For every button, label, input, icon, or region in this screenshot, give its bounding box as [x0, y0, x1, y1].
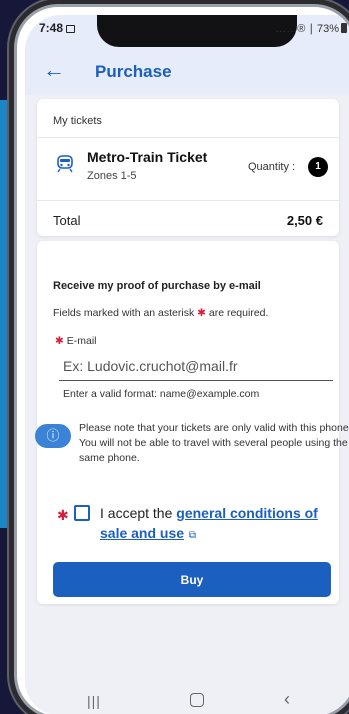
- tickets-card: My tickets Metro-Train Ticket Zones 1-5 …: [37, 99, 339, 236]
- info-message: Please note that your tickets are only v…: [79, 422, 349, 464]
- my-tickets-heading: My tickets: [53, 115, 102, 127]
- total-value: 2,50 €: [286, 213, 323, 228]
- quantity-label: Quantity :: [248, 161, 296, 173]
- asterisk-icon: ✱: [197, 307, 206, 319]
- accept-terms-text: I accept the general conditions of sale …: [100, 503, 340, 546]
- asterisk-icon: ✱: [55, 335, 64, 347]
- email-label-text: E-mail: [66, 335, 97, 347]
- status-indicators: ……® ∣ 73%: [275, 22, 347, 35]
- email-field[interactable]: [59, 351, 333, 381]
- status-bar: 7:48 ……® ∣ 73%: [25, 15, 349, 49]
- nav-home-icon[interactable]: [190, 693, 204, 707]
- external-link-icon: ⧉: [186, 530, 196, 541]
- ticket-icon: [57, 155, 73, 173]
- ticket-zones: Zones 1-5: [87, 170, 137, 182]
- buy-button[interactable]: Buy: [53, 562, 331, 597]
- phone-screen: 7:48 ……® ∣ 73% ← Purchase My tickets Met…: [25, 15, 349, 714]
- info-icon: ⓘ: [35, 424, 71, 448]
- camera-notch: [97, 15, 297, 47]
- phone-frame: 7:48 ……® ∣ 73% ← Purchase My tickets Met…: [14, 4, 349, 714]
- accept-terms-checkbox[interactable]: [74, 505, 90, 521]
- battery-icon: [341, 23, 347, 33]
- quantity-badge: 1: [308, 157, 328, 177]
- image-notification-icon: [66, 25, 76, 33]
- system-nav-bar: ||| ‹: [25, 679, 349, 714]
- divider: [37, 200, 339, 201]
- accept-prefix: I accept the: [100, 505, 173, 521]
- nav-back-icon[interactable]: ‹: [284, 689, 290, 710]
- email-card: Receive my proof of purchase by e-mail F…: [35, 241, 349, 604]
- proof-heading: Receive my proof of purchase by e-mail: [53, 280, 261, 292]
- app-bar: ← Purchase: [25, 49, 349, 95]
- required-note-text-end: are required.: [208, 307, 269, 319]
- ticket-name: Metro-Train Ticket: [87, 149, 208, 165]
- required-fields-note: Fields marked with an asterisk ✱ are req…: [53, 307, 268, 319]
- email-hint: Enter a valid format: name@example.com: [63, 388, 260, 400]
- divider: [37, 137, 339, 138]
- signal-battery-text: ……® ∣ 73%: [275, 23, 339, 35]
- required-note-text: Fields marked with an asterisk: [53, 307, 195, 319]
- status-time-text: 7:48: [39, 21, 64, 35]
- nav-recent-icon[interactable]: |||: [87, 693, 101, 709]
- page-title: Purchase: [95, 62, 172, 81]
- asterisk-icon: ✱: [57, 507, 69, 523]
- total-label: Total: [53, 213, 81, 228]
- status-time: 7:48: [39, 21, 76, 35]
- back-arrow-icon[interactable]: ←: [43, 57, 65, 83]
- email-label: ✱ E-mail: [55, 335, 97, 347]
